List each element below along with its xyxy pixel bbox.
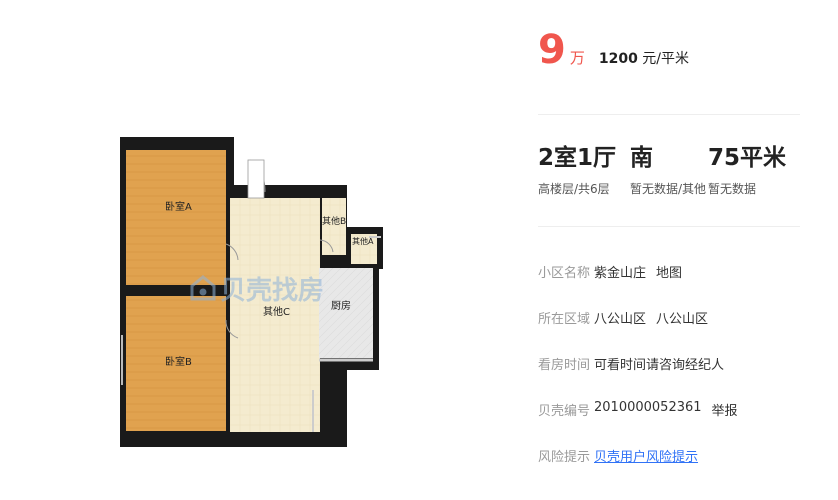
info-row-area: 所在区域 八公山区 八公山区 xyxy=(538,308,738,354)
stat-orientation: 南 暂无数据/其他 xyxy=(630,144,708,197)
door-opening xyxy=(247,159,265,199)
bedroom-a-floor xyxy=(126,150,226,285)
area-label: 所在区域 xyxy=(538,312,591,327)
stat-orientation-sub: 暂无数据/其他 xyxy=(630,182,707,196)
house-stats: 2室1厅 高楼层/共6层 南 暂无数据/其他 75平米 暂无数据 xyxy=(538,144,800,197)
report-link[interactable]: 举报 xyxy=(712,400,738,419)
room-label-kitchen: 厨房 xyxy=(331,299,351,312)
stat-area: 75平米 暂无数据 xyxy=(708,144,800,197)
watermark-text: 贝壳找房 xyxy=(220,276,325,306)
info-row-visit: 看房时间 可看时间请咨询经纪人 xyxy=(538,354,738,400)
risk-label: 风险提示 xyxy=(538,450,591,465)
kitchen-floor xyxy=(319,268,373,358)
stat-layout-sub: 高楼层/共6层 xyxy=(538,182,610,196)
community-label: 小区名称 xyxy=(538,266,591,281)
unit-price-value: 1200 xyxy=(598,51,638,67)
info-row-listing-id: 贝壳编号 2010000052361 举报 xyxy=(538,400,738,446)
info-row-risk: 风险提示 贝壳用户风险提示 xyxy=(538,446,738,492)
stat-layout: 2室1厅 高楼层/共6层 xyxy=(538,144,630,197)
listing-id-label: 贝壳编号 xyxy=(538,404,591,419)
room-label-other-a: 其他A xyxy=(352,236,374,246)
visit-value: 可看时间请咨询经纪人 xyxy=(594,358,725,373)
risk-notice-link[interactable]: 贝壳用户风险提示 xyxy=(594,446,698,465)
room-label-other-b: 其他B xyxy=(322,215,346,227)
unit-price-unit: 元/平米 xyxy=(642,51,689,67)
divider xyxy=(538,114,800,115)
info-row-community: 小区名称 紫金山庄 地图 xyxy=(538,262,738,308)
total-price-unit: 万 xyxy=(569,49,585,67)
room-label-bedroom-a: 卧室A xyxy=(165,200,192,213)
map-link[interactable]: 地图 xyxy=(656,262,682,281)
stat-area-sub: 暂无数据 xyxy=(708,182,757,196)
community-link[interactable]: 紫金山庄 xyxy=(594,262,646,281)
visit-label: 看房时间 xyxy=(538,358,591,373)
total-price: 9 xyxy=(538,27,566,73)
district-link[interactable]: 八公山区 xyxy=(594,308,646,327)
unit-price: 1200 元/平米 xyxy=(599,48,689,68)
room-label-bedroom-b: 卧室B xyxy=(165,355,192,368)
listing-info-panel: 9 万 1200 元/平米 2室1厅 高楼层/共6层 南 暂无数据/其他 75平… xyxy=(538,0,800,500)
listing-id-value: 2010000052361 xyxy=(594,400,702,415)
subdistrict-link[interactable]: 八公山区 xyxy=(656,308,708,327)
beike-logo-icon xyxy=(190,274,216,300)
stat-area-main: 75平米 xyxy=(708,145,787,171)
price-row: 9 万 1200 元/平米 xyxy=(538,30,689,70)
stat-layout-main: 2室1厅 xyxy=(538,145,617,171)
stat-orientation-main: 南 xyxy=(630,145,653,171)
info-list: 小区名称 紫金山庄 地图 所在区域 八公山区 八公山区 看房时间 可看时间请咨询… xyxy=(538,262,738,492)
beike-watermark: 贝壳找房 xyxy=(190,270,324,307)
divider xyxy=(538,226,800,227)
